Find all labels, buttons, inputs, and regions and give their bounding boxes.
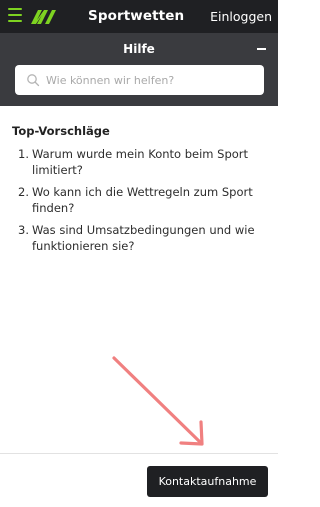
help-page: Sportwetten Einloggen Hilfe Top-Vorschlä… [0, 0, 278, 507]
suggestion-number: 2. [18, 185, 29, 199]
site-title: Sportwetten [88, 8, 185, 24]
suggestion-link[interactable]: Warum wurde mein Konto beim Sport limiti… [32, 147, 248, 177]
suggestion-item[interactable]: 3. Was sind Umsatzbedingungen und wie fu… [12, 222, 268, 254]
suggestion-item[interactable]: 1. Warum wurde mein Konto beim Sport lim… [12, 146, 268, 178]
pointer-arrow-icon [112, 356, 204, 446]
search-box[interactable] [15, 65, 264, 95]
suggestion-item[interactable]: 2. Wo kann ich die Wettregeln zum Sport … [12, 184, 268, 216]
suggestion-link[interactable]: Wo kann ich die Wettregeln zum Sport fin… [32, 185, 253, 215]
search-icon [27, 74, 40, 87]
contact-button[interactable]: Kontaktaufnahme [147, 466, 268, 497]
brand-logo-icon[interactable] [30, 7, 58, 25]
suggestions-title: Top-Vorschläge [12, 124, 110, 138]
suggestion-number: 1. [18, 147, 29, 161]
login-button[interactable]: Einloggen [210, 0, 272, 33]
help-panel-header: Hilfe [0, 33, 278, 106]
bottom-bar: Kontaktaufnahme [0, 453, 278, 507]
top-navigation-bar: Sportwetten Einloggen [0, 0, 278, 33]
help-title: Hilfe [123, 42, 155, 56]
search-input[interactable] [46, 65, 256, 95]
suggestion-link[interactable]: Was sind Umsatzbedingungen und wie funkt… [32, 223, 255, 253]
minimize-icon[interactable] [257, 48, 266, 50]
top-suggestions: Top-Vorschläge 1. Warum wurde mein Konto… [12, 124, 268, 260]
hamburger-menu-icon[interactable] [8, 8, 22, 22]
suggestions-list: 1. Warum wurde mein Konto beim Sport lim… [12, 146, 268, 254]
suggestion-number: 3. [18, 223, 29, 237]
